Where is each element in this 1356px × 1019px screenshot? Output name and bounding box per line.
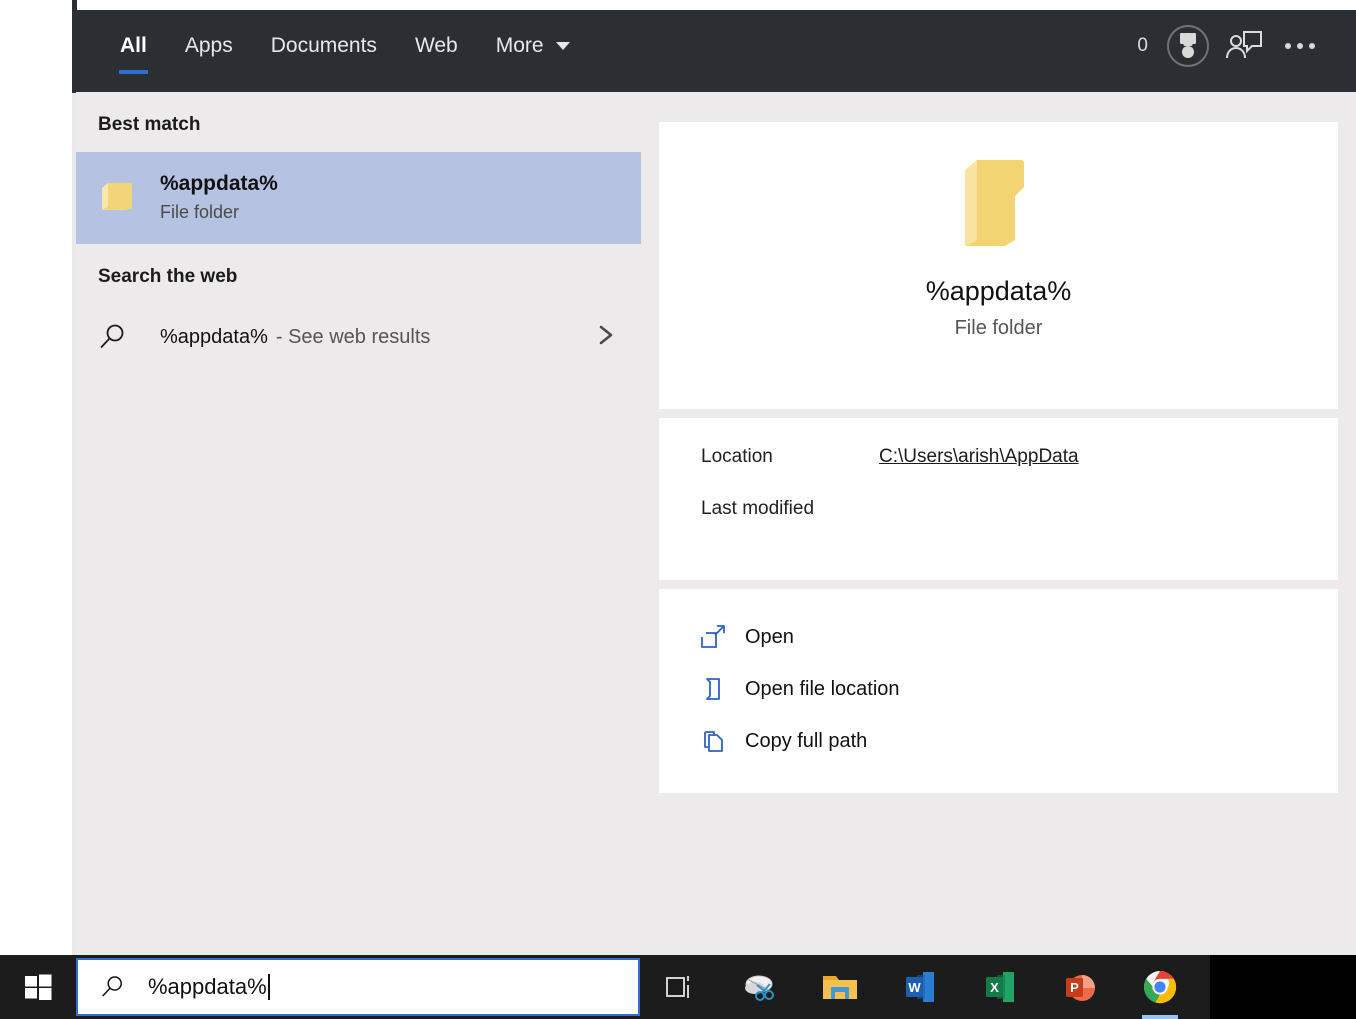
- feedback-button[interactable]: [1216, 18, 1272, 74]
- search-topbar-actions: 0: [1137, 10, 1356, 82]
- search-input[interactable]: %appdata%: [148, 974, 267, 1000]
- chrome-icon: [1143, 971, 1177, 1004]
- chevron-right-icon: [595, 322, 617, 353]
- results-column: Best match %appdata% File folder Search …: [76, 92, 641, 955]
- excel-icon: X: [986, 972, 1014, 1002]
- taskbar-item-file-explorer[interactable]: [800, 955, 880, 1019]
- taskbar-item-chrome[interactable]: [1120, 955, 1200, 1019]
- snipping-tool-icon: [745, 975, 774, 1001]
- taskbar-item-word[interactable]: W: [880, 955, 960, 1019]
- best-match-header: Best match: [98, 114, 201, 135]
- web-result-item[interactable]: %appdata% - See web results: [76, 304, 641, 370]
- metadata-label-location: Location: [701, 446, 773, 467]
- action-open-file-location[interactable]: Open file location: [659, 663, 1338, 715]
- task-view-icon: [666, 976, 689, 998]
- svg-text:X: X: [990, 980, 999, 995]
- web-result-icon-wrap: [98, 322, 160, 352]
- more-options-button[interactable]: [1272, 18, 1328, 74]
- copy-icon: [701, 728, 745, 754]
- preview-subtitle: File folder: [954, 317, 1043, 339]
- search-tabs: All Apps Documents Web More: [76, 10, 589, 82]
- folder-icon: [102, 183, 132, 210]
- metadata-value-location[interactable]: C:\Users\arish\AppData: [879, 446, 1079, 468]
- tab-documents[interactable]: Documents: [252, 10, 396, 82]
- file-explorer-icon: [823, 976, 857, 999]
- action-copy-full-path[interactable]: Copy full path: [659, 715, 1338, 767]
- rewards-count: 0: [1137, 35, 1148, 56]
- taskbar-overlay-region: [1210, 955, 1356, 1019]
- windows-logo-icon: [25, 974, 52, 1000]
- result-title: %appdata%: [160, 171, 278, 195]
- tab-web[interactable]: Web: [396, 10, 477, 82]
- search-icon: [102, 976, 122, 997]
- tab-apps-label: Apps: [184, 34, 233, 57]
- taskbar: %appdata% W X P: [0, 955, 1356, 1019]
- tab-more-label: More: [495, 34, 544, 57]
- web-result-query: %appdata%: [160, 325, 268, 348]
- svg-text:P: P: [1070, 980, 1079, 995]
- screen: All Apps Documents Web More 0 Best match…: [0, 0, 1356, 1019]
- folder-icon-large: [964, 160, 1024, 246]
- tab-web-label: Web: [414, 34, 458, 57]
- result-subtitle: File folder: [160, 202, 240, 223]
- open-external-icon: [701, 624, 745, 650]
- search-topbar: All Apps Documents Web More 0: [76, 10, 1356, 92]
- powerpoint-icon: P: [1066, 975, 1095, 1001]
- search-flyout: All Apps Documents Web More 0 Best match…: [76, 10, 1356, 955]
- taskbar-items: W X P: [640, 955, 1200, 1019]
- open-folder-icon: [701, 676, 745, 702]
- result-icon-wrap: [98, 181, 160, 215]
- result-text: %appdata% File folder: [160, 170, 278, 226]
- word-icon: W: [906, 972, 934, 1002]
- ellipsis-icon: [1285, 43, 1315, 49]
- tab-documents-label: Documents: [270, 34, 377, 57]
- metadata-row-last-modified: Last modified: [701, 498, 1296, 550]
- text-cursor: [267, 974, 270, 1000]
- start-button[interactable]: [0, 955, 76, 1019]
- preview-title: %appdata%: [925, 276, 1072, 306]
- svg-text:W: W: [908, 980, 921, 995]
- taskbar-item-excel[interactable]: X: [960, 955, 1040, 1019]
- preview-header-card: %appdata% File folder: [659, 122, 1338, 409]
- tab-apps[interactable]: Apps: [166, 10, 252, 82]
- medal-icon: [1167, 25, 1209, 67]
- action-open-file-location-label: Open file location: [745, 677, 900, 700]
- search-the-web-header: Search the web: [98, 266, 238, 287]
- action-open[interactable]: Open: [659, 611, 1338, 663]
- action-open-label: Open: [745, 625, 794, 648]
- rewards-button[interactable]: [1160, 18, 1216, 74]
- metadata-label-last-modified: Last modified: [701, 498, 815, 519]
- tab-all-label: All: [120, 34, 147, 57]
- search-icon: [100, 324, 124, 348]
- taskbar-search-box[interactable]: %appdata%: [76, 958, 640, 1016]
- result-item-appdata[interactable]: %appdata% File folder: [76, 152, 641, 244]
- metadata-row-location: Location C:\Users\arish\AppData: [701, 446, 1296, 498]
- preview-pane: %appdata% File folder Location C:\Users\…: [641, 92, 1356, 955]
- taskbar-item-snipping-tool[interactable]: [720, 955, 800, 1019]
- chevron-down-icon: [555, 42, 570, 50]
- taskbar-item-task-view[interactable]: [640, 955, 720, 1019]
- web-result-suffix: - See web results: [275, 325, 431, 348]
- action-copy-full-path-label: Copy full path: [745, 729, 868, 752]
- preview-actions-card: Open Open file location Copy full path: [659, 589, 1338, 793]
- tab-more[interactable]: More: [477, 10, 589, 82]
- person-feedback-icon: [1226, 31, 1262, 59]
- taskbar-item-powerpoint[interactable]: P: [1040, 955, 1120, 1019]
- preview-metadata-card: Location C:\Users\arish\AppData Last mod…: [659, 418, 1338, 580]
- tab-all[interactable]: All: [101, 10, 166, 82]
